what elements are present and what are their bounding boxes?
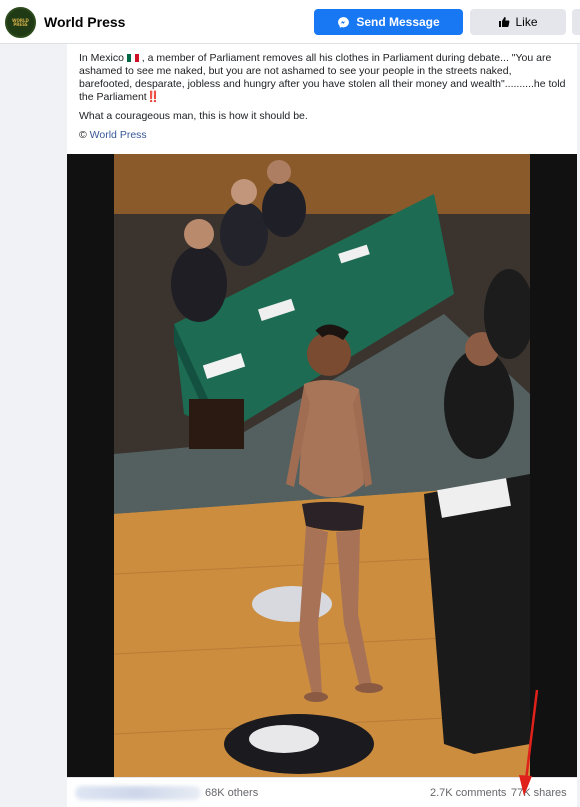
- comment-count[interactable]: 2.7K comments: [430, 787, 506, 799]
- page-name[interactable]: World Press: [44, 14, 125, 30]
- messenger-icon: [338, 16, 350, 28]
- post-paragraph-1: In Mexico , a member of Parliament remov…: [79, 52, 567, 104]
- reaction-count[interactable]: 68K others: [205, 787, 258, 799]
- like-label: Like: [515, 15, 538, 29]
- post-card: In Mexico , a member of Parliament remov…: [67, 44, 577, 807]
- parliament-photo: [114, 154, 530, 777]
- post-text: In Mexico , a member of Parliament remov…: [79, 52, 567, 148]
- copyright-symbol: ©: [79, 129, 87, 141]
- more-button[interactable]: [572, 9, 580, 35]
- send-message-button[interactable]: Send Message: [314, 9, 463, 35]
- post-paragraph-2: What a courageous man, this is how it sh…: [79, 110, 308, 122]
- post-photo[interactable]: [67, 154, 577, 777]
- thumbs-up-icon: [499, 17, 510, 27]
- page-avatar[interactable]: WORLD PRESS: [5, 7, 36, 38]
- mexico-flag-icon: [126, 54, 139, 63]
- page-header: WORLD PRESS World Press Send Message Lik…: [0, 0, 580, 44]
- credit-link[interactable]: World Press: [90, 129, 147, 141]
- logo-text: WORLD PRESS: [12, 17, 29, 27]
- double-exclamation-icon: ‼️: [146, 91, 160, 103]
- post-credit: © World Press: [79, 129, 567, 142]
- send-message-label: Send Message: [356, 15, 440, 29]
- like-page-button[interactable]: Like: [470, 9, 566, 35]
- reaction-icons-blurred: [75, 786, 201, 800]
- post-stats-bar: 68K others 2.7K comments 77K shares: [67, 777, 577, 807]
- photo-illustration: [114, 154, 530, 777]
- post-text-start: In Mexico: [79, 52, 124, 64]
- share-count[interactable]: 77K shares: [511, 787, 567, 799]
